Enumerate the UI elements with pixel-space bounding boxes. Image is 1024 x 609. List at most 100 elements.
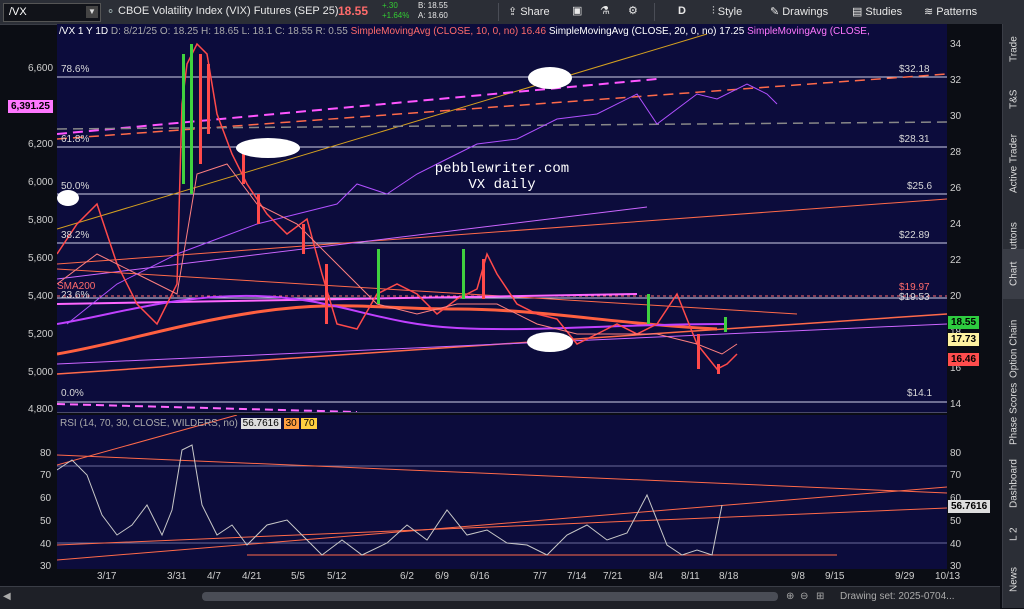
annotation-line1: pebblewriter.com xyxy=(434,161,570,177)
highlight-ellipse xyxy=(57,190,79,206)
fib-value: $28.31 xyxy=(899,134,930,145)
gear-icon[interactable]: ⚙ xyxy=(628,4,638,17)
share-icon: ⇪ xyxy=(508,6,518,18)
scroll-left-icon[interactable]: ◀ xyxy=(3,591,11,602)
rsi-axis-label: 40 xyxy=(40,539,52,550)
right-axis-label: 22 xyxy=(950,255,962,266)
style-button[interactable]: ⫶ Style xyxy=(712,5,742,18)
rail-label: Phase Scores xyxy=(1008,382,1020,446)
rail-tab-chart[interactable]: Chart xyxy=(1003,249,1024,299)
symbol-input[interactable]: /VX ▼ xyxy=(3,3,101,22)
rail-tab-l2[interactable]: L 2 xyxy=(1003,519,1024,549)
price-chart[interactable]: /VX 1 Y 1D D: 8/21/25 O: 18.25 H: 18.65 … xyxy=(57,24,947,413)
x-axis-label: 3/31 xyxy=(167,571,187,582)
highlight-ellipse xyxy=(236,138,300,158)
scroll-thumb[interactable] xyxy=(202,592,778,601)
x-axis-label: 7/14 xyxy=(567,571,587,582)
bar-range: R: 0.55 xyxy=(315,26,348,37)
right-axis-label: 20 xyxy=(950,291,962,302)
chart-scrollbar[interactable]: ◀ ⊕ ⊖ ⊞ Drawing set: 2025-0704... xyxy=(0,586,1000,609)
x-axis-label: 6/2 xyxy=(400,571,414,582)
x-axis-label: 5/5 xyxy=(291,571,305,582)
symbol-link-icon[interactable]: ⚬ xyxy=(106,5,115,18)
x-axis-label: 4/7 xyxy=(207,571,221,582)
rsi-os: 30 xyxy=(283,418,299,429)
rsi-axis-label: 40 xyxy=(950,539,962,550)
x-axis-label: 9/29 xyxy=(895,571,915,582)
left-axis-label: 5,400 xyxy=(28,291,54,302)
rail-label: Dashboard xyxy=(1008,459,1020,509)
rsi-trend xyxy=(57,486,947,561)
share-button[interactable]: ⇪ Share xyxy=(508,5,550,19)
rsi-label: RSI (14, 70, 30, CLOSE, WILDERS, no) xyxy=(60,418,238,429)
period-selector[interactable]: D xyxy=(678,5,686,17)
annotation-line2: VX daily xyxy=(468,177,536,193)
fib-value: $14.1 xyxy=(907,388,933,399)
annotation-text: pebblewriter.com VX daily xyxy=(427,161,577,193)
rail-tab-active-trader[interactable]: Active Trader xyxy=(1003,124,1024,204)
rsi-axis-label: 50 xyxy=(950,516,962,527)
x-axis-label: 6/9 xyxy=(435,571,449,582)
bid-price: B: 18.55 xyxy=(418,1,448,10)
right-axis-label: 24 xyxy=(950,219,962,230)
x-axis-label: 5/12 xyxy=(327,571,347,582)
drawings-button[interactable]: ✎ Drawings xyxy=(770,5,829,19)
x-axis-label: 8/4 xyxy=(649,571,663,582)
right-axis-label: 26 xyxy=(950,183,962,194)
pencil-icon: ✎ xyxy=(770,6,780,18)
sma10-value: 16.46 xyxy=(521,26,547,37)
rail-label: Active Trader xyxy=(1008,134,1020,194)
fib-value: $32.18 xyxy=(899,64,930,75)
patterns-icon: ≋ xyxy=(924,6,934,18)
right-axis-label: 30 xyxy=(950,111,962,122)
patterns-button[interactable]: ≋ Patterns xyxy=(924,5,977,19)
symbol-text: /VX xyxy=(9,6,27,18)
chart-prefix: /VX 1 Y 1D xyxy=(59,26,109,37)
left-axis-label: 6,200 xyxy=(28,139,54,150)
sma200-label: SMA200 xyxy=(57,281,96,292)
rsi-axis-label: 60 xyxy=(40,493,52,504)
x-axis-label: 9/15 xyxy=(825,571,845,582)
left-axis-label: 5,600 xyxy=(28,253,54,264)
print-icon[interactable]: ▣ xyxy=(572,4,582,17)
rsi-pane[interactable]: RSI (14, 70, 30, CLOSE, WILDERS, no) 56.… xyxy=(57,415,947,569)
fib-label: 38.2% xyxy=(61,230,90,241)
trend-line xyxy=(57,403,358,412)
x-axis-label: 8/11 xyxy=(681,571,700,582)
zoom-out-icon[interactable]: ⊖ xyxy=(800,591,808,602)
fib-label: 50.0% xyxy=(61,181,90,192)
rsi-left-axis: 80 70 60 50 40 30 xyxy=(0,415,57,572)
rsi-legend: RSI (14, 70, 30, CLOSE, WILDERS, no) 56.… xyxy=(60,418,317,429)
price-tag-sma10: 16.46 xyxy=(948,353,980,366)
sma20-legend: SimpleMovingAvg (CLOSE, 20, 0, no) xyxy=(548,26,717,37)
x-axis-label: 4/21 xyxy=(242,571,262,582)
fib-value: $25.6 xyxy=(907,181,933,192)
sma20-value: 17.25 xyxy=(719,26,745,37)
rail-label: Trade xyxy=(1008,36,1020,62)
drawings-label: Drawings xyxy=(782,5,829,18)
style-icon: ⫶ xyxy=(712,5,715,17)
x-axis: 3/17 3/31 4/7 4/21 5/5 5/12 6/2 6/9 6/16… xyxy=(57,571,1002,586)
zoom-in-icon[interactable]: ⊕ xyxy=(786,591,794,602)
chart-info-line: /VX 1 Y 1D D: 8/21/25 O: 18.25 H: 18.65 … xyxy=(59,26,870,37)
top-toolbar: /VX ▼ ⚬ CBOE Volatility Index (VIX) Futu… xyxy=(0,0,1024,25)
bar-date: D: 8/21/25 xyxy=(110,26,158,37)
rail-label: T&S xyxy=(1008,89,1020,109)
left-axis-label: 4,800 xyxy=(28,404,54,415)
rail-tab-ts[interactable]: T&S xyxy=(1003,84,1024,114)
studies-button[interactable]: ▤ Studies xyxy=(852,5,903,19)
rail-tab-trade[interactable]: Trade xyxy=(1003,34,1024,64)
style-label: Style xyxy=(717,5,743,18)
rail-tab-phase-scores[interactable]: Phase Scores xyxy=(1003,374,1024,454)
rsi-value-tag: 56.7616 xyxy=(948,500,991,513)
rail-tab-news[interactable]: News xyxy=(1003,559,1024,599)
symbol-dropdown-icon[interactable]: ▼ xyxy=(86,6,98,18)
rsi-value: 56.7616 xyxy=(240,418,281,429)
grid-icon[interactable]: ⊞ xyxy=(816,591,824,602)
price-tag-sma20: 17.73 xyxy=(948,333,980,346)
drawing-set-label[interactable]: Drawing set: 2025-0704... xyxy=(840,591,955,602)
studies-label: Studies xyxy=(865,5,903,18)
fib-label: 61.8% xyxy=(61,134,90,145)
rail-tab-dashboard[interactable]: Dashboard xyxy=(1003,454,1024,514)
flask-icon[interactable]: ⚗ xyxy=(600,4,610,17)
